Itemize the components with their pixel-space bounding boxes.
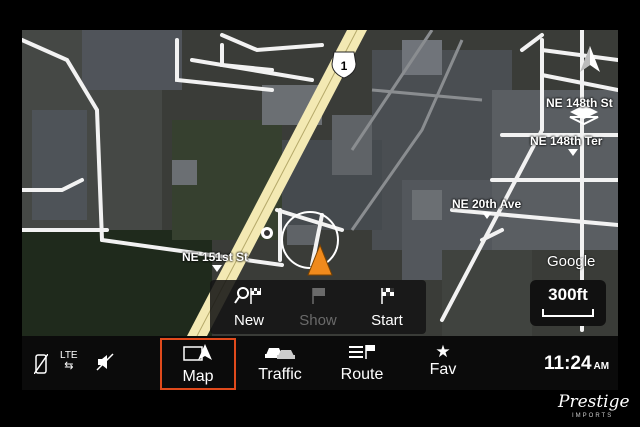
mute-icon bbox=[96, 353, 114, 374]
street-label-ne151st-st: NE 151st St bbox=[182, 250, 248, 272]
new-label: New bbox=[233, 312, 264, 329]
watermark-sub: IMPORTS bbox=[572, 413, 614, 419]
street-label-ne148th-ter: NE 148th Ter bbox=[530, 134, 602, 156]
start-button[interactable]: Start bbox=[354, 286, 420, 330]
map-icon bbox=[183, 344, 212, 361]
start-label: Start bbox=[371, 312, 403, 329]
nav-screen: 1 NE 148th St NE 148th Ter NE 20th Ave N… bbox=[22, 30, 618, 390]
fav-button[interactable]: ★ Fav bbox=[414, 342, 472, 388]
map-scale[interactable]: 300ft bbox=[530, 280, 606, 326]
route-label: Route bbox=[340, 366, 384, 383]
clock-time: 11:24 bbox=[544, 353, 592, 374]
clock: 11:24 AM bbox=[544, 353, 609, 375]
traffic-label: Traffic bbox=[258, 366, 302, 383]
google-attribution: Google bbox=[547, 253, 596, 270]
map-label: Map bbox=[182, 368, 214, 385]
show-button[interactable]: Show bbox=[285, 286, 351, 330]
fav-star-icon: ★ bbox=[435, 342, 451, 361]
start-flag-icon bbox=[381, 288, 394, 304]
clock-ampm: AM bbox=[593, 361, 610, 372]
street-label-ne148th-st: NE 148th St bbox=[546, 96, 613, 110]
scale-bar bbox=[542, 309, 594, 317]
lte-icon: LTE ⇆ bbox=[60, 350, 78, 372]
route-shield-number: 1 bbox=[341, 59, 348, 73]
compass-arrow-icon[interactable] bbox=[580, 46, 600, 77]
map-button[interactable]: Map bbox=[160, 338, 236, 390]
destination-popup: New Show Start bbox=[210, 280, 426, 334]
traffic-icon bbox=[265, 348, 295, 359]
show-flag-icon bbox=[312, 288, 325, 304]
traffic-button[interactable]: Traffic bbox=[250, 344, 310, 388]
route-button[interactable]: Route bbox=[332, 344, 392, 388]
show-label: Show bbox=[299, 312, 337, 329]
route-icon bbox=[349, 345, 375, 359]
street-label-ne20th-ave: NE 20th Ave bbox=[452, 197, 521, 219]
fav-label: Fav bbox=[429, 361, 457, 378]
search-flag-icon bbox=[234, 287, 261, 304]
watermark-logo: Prestige bbox=[558, 392, 630, 412]
bottom-nav-bar: LTE ⇆ Map Traffic Route ★ Fav 11:24 AM bbox=[22, 336, 618, 390]
no-phone-icon bbox=[33, 353, 49, 377]
scale-label: 300ft bbox=[548, 285, 588, 304]
new-destination-button[interactable]: New bbox=[216, 286, 282, 330]
